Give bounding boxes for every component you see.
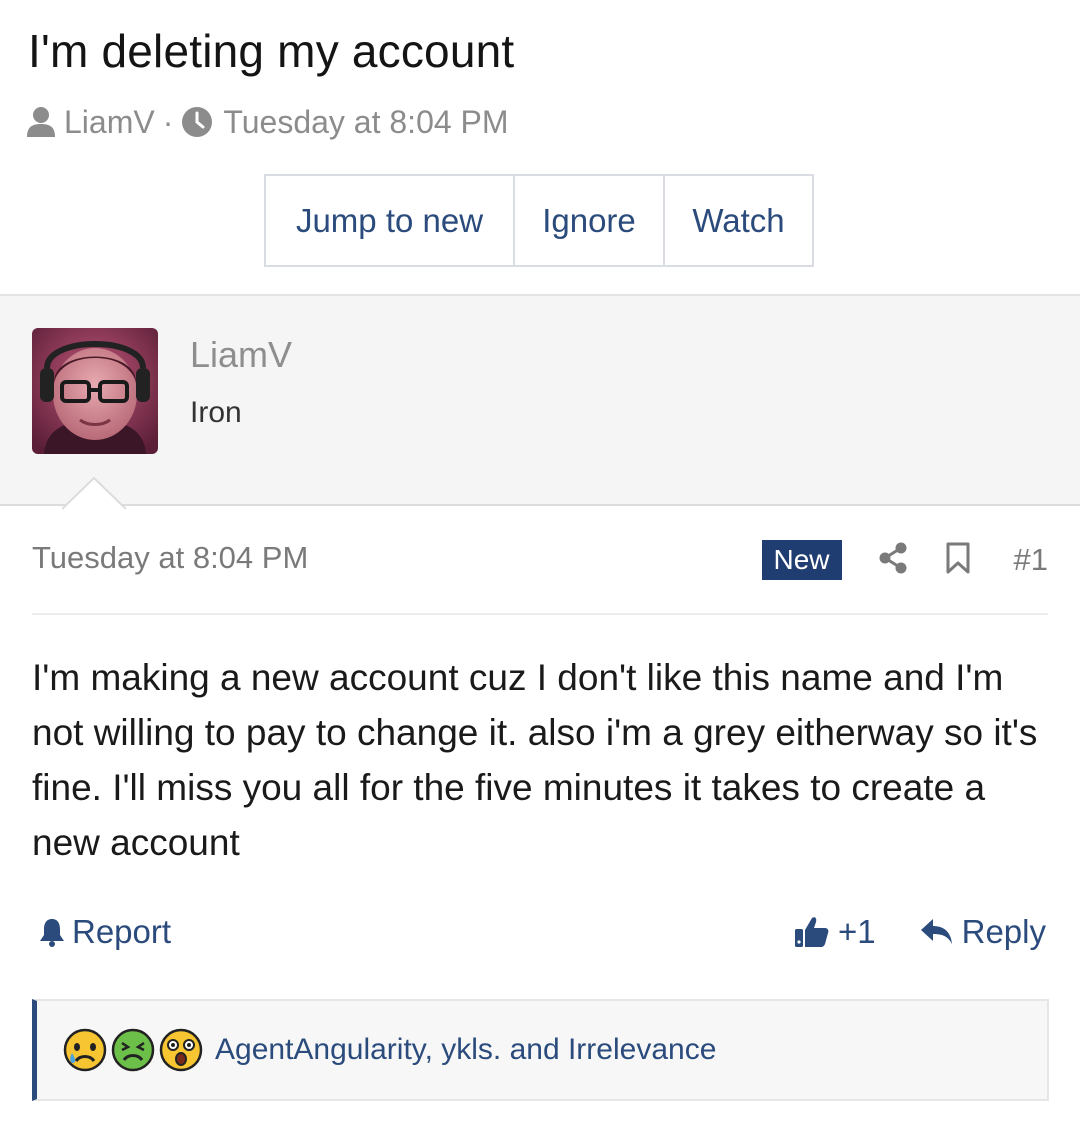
ignore-button[interactable]: Ignore (515, 176, 665, 265)
thread-meta: LiamV · Tuesday at 8:04 PM (26, 102, 509, 142)
watch-button[interactable]: Watch (665, 176, 812, 265)
shocked-icon (159, 1028, 203, 1072)
new-badge: New (761, 540, 842, 580)
author-panel: LiamV Iron (0, 294, 1080, 510)
sick-icon (111, 1028, 155, 1072)
post-date-link[interactable]: Tuesday at 8:04 PM (32, 540, 308, 576)
thread-author-link[interactable]: LiamV (64, 104, 155, 141)
post-header-divider (32, 613, 1048, 615)
author-name[interactable]: LiamV (190, 334, 292, 376)
share-icon[interactable] (878, 542, 908, 579)
thread-date-link[interactable]: Tuesday at 8:04 PM (223, 104, 508, 141)
reply-label: Reply (961, 913, 1046, 950)
post-tools: New #1 (761, 540, 1048, 580)
bookmark-icon[interactable] (946, 542, 970, 579)
panel-pointer-arrow (62, 476, 126, 510)
report-label: Report (72, 913, 172, 950)
avatar[interactable] (32, 328, 158, 454)
like-button[interactable]: +1 (794, 913, 876, 951)
thread-action-buttons: Jump to new Ignore Watch (264, 174, 814, 267)
sad-tear-icon (63, 1028, 107, 1072)
thumbs-up-icon (795, 917, 829, 947)
reactions-bar[interactable]: AgentAngularity, ykls. and Irrelevance (32, 999, 1049, 1101)
thread-title: I'm deleting my account (28, 25, 515, 77)
reply-icon (920, 919, 952, 944)
report-button[interactable]: Report (38, 911, 171, 953)
meta-separator: · (162, 103, 174, 140)
user-icon (26, 106, 56, 138)
bell-icon (40, 919, 64, 947)
post-number-link[interactable]: #1 (1014, 542, 1048, 578)
jump-to-new-button[interactable]: Jump to new (266, 176, 515, 265)
author-rank: Iron (190, 396, 242, 429)
clock-icon (181, 106, 213, 138)
post-actions-right: +1 Reply (794, 911, 1046, 953)
reactions-users[interactable]: AgentAngularity, ykls. and Irrelevance (215, 1033, 716, 1067)
reaction-icons (63, 1028, 207, 1072)
post-body: I'm making a new account cuz I don't lik… (32, 657, 1038, 863)
reply-button[interactable]: Reply (920, 913, 1046, 951)
like-label: +1 (838, 913, 876, 950)
